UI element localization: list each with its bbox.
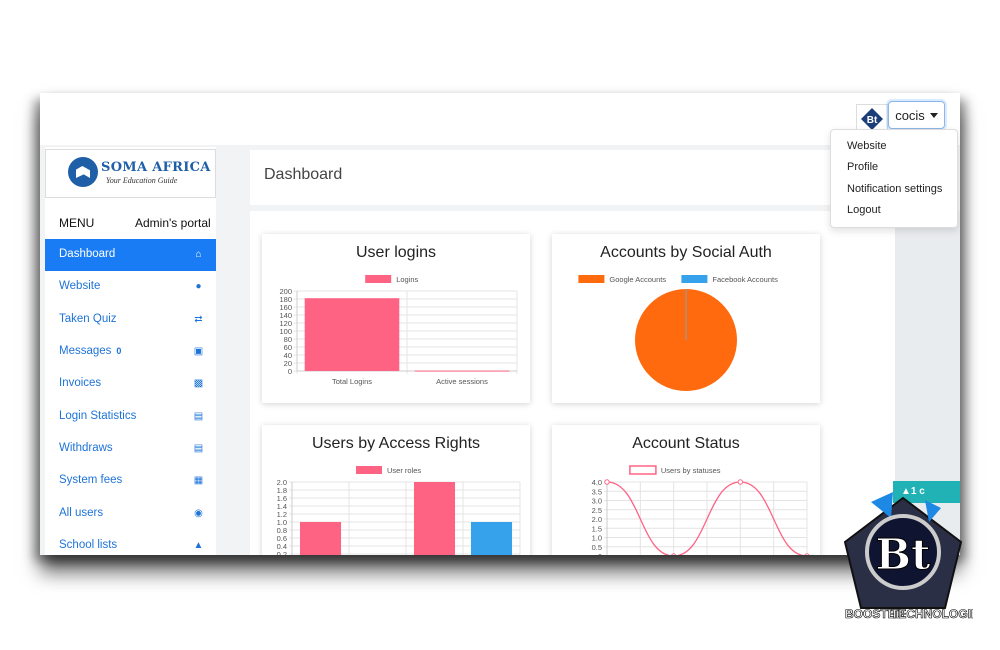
sidebar-item-messages[interactable]: Messages 0 ▣ — [45, 336, 216, 368]
sidebar-item-school-lists[interactable]: School lists ▲ — [45, 530, 216, 555]
account-status-card: Account Status Users by statuses 4.0 3.5 3.… — [552, 425, 820, 555]
sidebar-item-label: Taken Quiz — [59, 313, 117, 325]
y-tick-label: 2.0 — [592, 515, 602, 524]
sidebar: SOMA AFRICA Your Education Guide MENU Ad… — [45, 147, 216, 555]
user-menu-button[interactable]: cocis — [888, 101, 945, 129]
legend-swatch — [681, 275, 708, 283]
legend-label: Logins — [396, 275, 418, 284]
data-point — [804, 553, 810, 555]
legend-label: Google Accounts — [609, 275, 666, 284]
user-logins-card: User logins Logins 200 180 160 140 120 100 80 60… — [262, 234, 530, 403]
data-point — [604, 479, 610, 485]
x-tick-label: Active sessions — [436, 377, 488, 386]
bar — [414, 370, 510, 372]
bar — [470, 522, 513, 555]
legend-label: Facebook Accounts — [712, 275, 778, 284]
bar — [299, 522, 342, 555]
messages-count-badge: 0 — [116, 346, 122, 356]
sidebar-item-label: All users — [59, 507, 104, 519]
chart-canvas: Google Accounts Facebook Accounts — [578, 275, 778, 391]
sidebar-item-taken-quiz[interactable]: Taken Quiz ⇄ — [45, 304, 216, 336]
y-tick-label: 4.0 — [592, 478, 602, 487]
content-header: Dashboard — [250, 150, 910, 205]
sidebar-item-all-users[interactable]: All users ◉ — [45, 498, 216, 530]
sidebar-item-withdraws[interactable]: Withdraws ▤ — [45, 433, 216, 465]
institution-icon: ▲ — [193, 540, 204, 551]
y-tick-label: 3.0 — [592, 497, 602, 506]
sidebar-item-label: School lists — [59, 539, 118, 551]
dropdown-item-notification-settings[interactable]: Notification settings — [847, 183, 942, 195]
exchange-icon: ⇄ — [194, 314, 203, 325]
bar-chart-icon: ▤ — [193, 443, 204, 454]
sidebar-item-label: Withdraws — [59, 442, 113, 454]
boosted-technologies-logo: Bt BOOSTED TECHNOLOGIES — [843, 492, 973, 621]
y-tick-label: 1.5 — [592, 524, 602, 533]
briefcase-icon: ▦ — [193, 475, 204, 486]
sidebar-item-invoices[interactable]: Invoices ▩ — [45, 368, 216, 400]
legend-swatch — [578, 275, 605, 283]
sidebar-item-website[interactable]: Website ● — [45, 271, 216, 303]
data-point — [737, 479, 744, 485]
y-tick-label: 3.5 — [592, 487, 602, 496]
sidebar-item-dashboard[interactable]: Dashboard ⌂ — [45, 239, 216, 271]
page-title: Dashboard — [264, 166, 343, 183]
y-tick-label: 2.5 — [592, 506, 602, 515]
sidebar-item-label: Invoices — [59, 377, 102, 389]
bar-chart-icon: ▤ — [193, 411, 204, 422]
y-tick-label: 1.0 — [592, 534, 602, 543]
chart-canvas: User roles2.01.81.61.41.21.00.80.60.40.2 — [277, 466, 521, 555]
home-icon: ⌂ — [195, 249, 202, 260]
chart-canvas: Logins200180160140120100806040200Total L… — [279, 275, 518, 386]
bar — [413, 482, 456, 555]
portal-label: Admin's portal — [135, 216, 211, 230]
sidebar-item-label: Messages 0 — [59, 345, 121, 357]
brand-line-2: TECHNOLOGIES — [891, 607, 973, 621]
x-tick-label: Total Logins — [332, 377, 372, 386]
top-navbar: Bt cocis — [40, 93, 960, 145]
users-access-rights-card: Users by Access Rights User roles 2.0 1.8 1… — [262, 425, 530, 555]
user-dropdown-menu: Website Profile Notification settings Lo… — [830, 129, 958, 228]
y-tick-label: 0.2 — [277, 550, 287, 555]
logo-subtitle: Your Education Guide — [106, 176, 178, 185]
y-tick-label: 0 — [288, 367, 292, 376]
window-icon: ▣ — [193, 346, 204, 357]
sidebar-item-label: System fees — [59, 474, 123, 486]
sidebar-item-login-statistics[interactable]: Login Statistics ▤ — [45, 401, 216, 433]
data-point — [671, 553, 677, 555]
menu-heading: MENU — [59, 216, 95, 230]
chart-canvas: Users by statuses 4.03.53.02.52.01.51.00.… — [592, 465, 810, 555]
bar — [304, 298, 400, 371]
messages-label: Messages — [59, 345, 112, 357]
logo-title: SOMA AFRICA — [101, 160, 211, 175]
sidebar-item-label: Login Statistics — [59, 410, 137, 422]
legend-swatch — [356, 466, 382, 474]
legend-label: User roles — [387, 466, 421, 475]
accounts-social-auth-card: Accounts by Social Auth Google Accounts F… — [552, 234, 820, 403]
dropdown-item-website[interactable]: Website — [847, 140, 887, 152]
monogram-text: Bt — [876, 530, 931, 579]
user-menu-label: cocis — [895, 107, 925, 123]
svg-text:Bt: Bt — [867, 115, 878, 126]
legend-swatch — [365, 275, 392, 283]
dropdown-item-logout[interactable]: Logout — [847, 204, 881, 216]
logo-emblem-icon — [68, 157, 98, 187]
money-icon: ▩ — [193, 378, 204, 389]
sidebar-item-label: Dashboard — [59, 248, 116, 260]
globe-icon: ● — [195, 281, 202, 292]
soma-africa-logo[interactable]: SOMA AFRICA Your Education Guide — [45, 149, 216, 198]
app-window: Bt cocis Website Profile Notification se… — [40, 93, 960, 555]
sidebar-item-label: Website — [59, 280, 101, 292]
y-tick-label: 0.5 — [592, 543, 602, 552]
caret-down-icon — [929, 112, 938, 118]
legend-swatch — [629, 465, 657, 475]
users-icon: ◉ — [194, 508, 203, 519]
y-tick-label: 0 — [598, 552, 602, 555]
sidebar-item-system-fees[interactable]: System fees ▦ — [45, 465, 216, 497]
legend-label: Users by statuses — [661, 466, 721, 475]
dropdown-item-profile[interactable]: Profile — [847, 161, 878, 173]
